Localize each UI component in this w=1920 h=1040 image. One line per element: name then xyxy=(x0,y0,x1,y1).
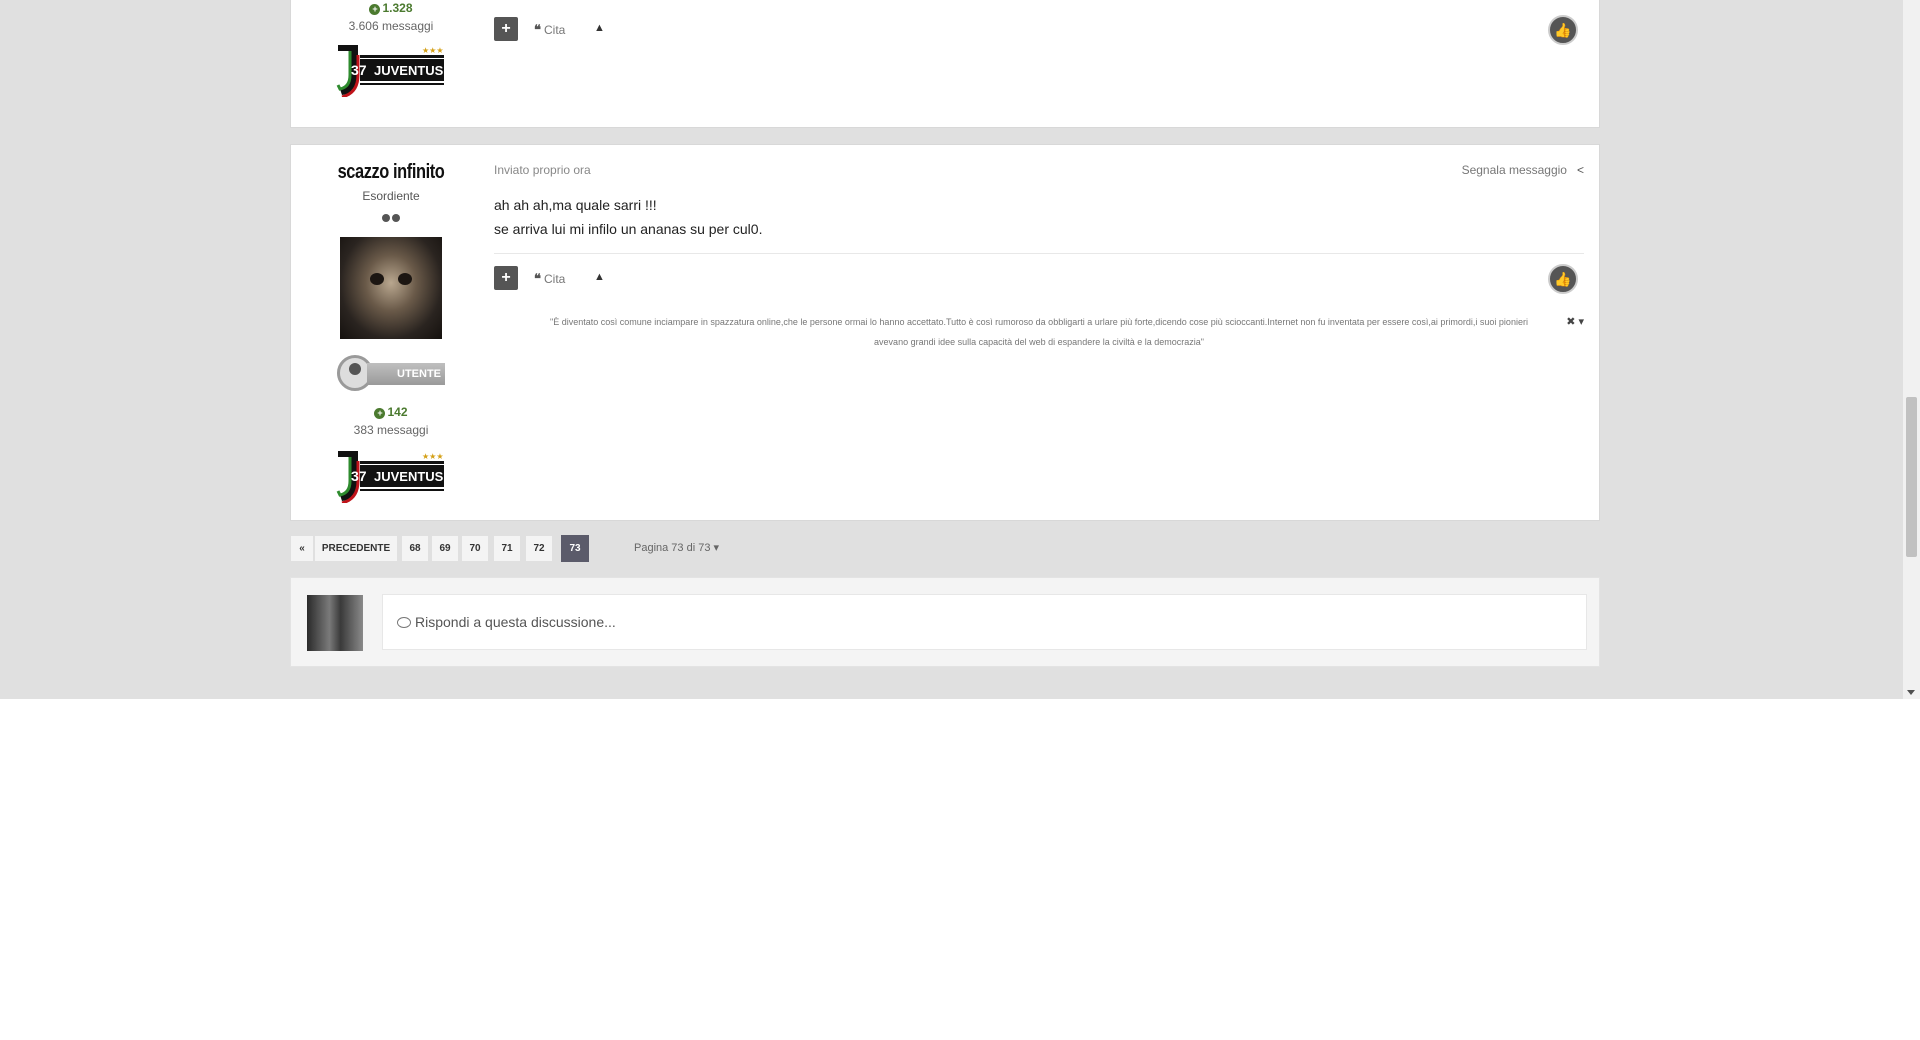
message-count[interactable]: 3.606 messaggi xyxy=(291,19,491,33)
signature-tools: ✖ ▾ xyxy=(1566,312,1584,332)
page-viewport: +1.328 3.606 messaggi 37 JUVENTUS ★★★ + … xyxy=(0,0,1920,699)
post-body: + ❝ Cita ▲ 👍 xyxy=(494,13,1584,45)
content-line: ah ah ah,ma quale sarri !!! xyxy=(494,197,657,213)
badge-stars: ★★★ xyxy=(422,46,444,55)
page-button[interactable]: 68 xyxy=(401,535,429,562)
multiquote-button[interactable]: + xyxy=(494,17,518,41)
page-button[interactable]: 69 xyxy=(431,535,459,562)
reply-area: Rispondi a questa discussione... xyxy=(290,577,1600,667)
scroll-down-arrow-icon[interactable] xyxy=(1907,690,1915,695)
signature-menu-icon[interactable]: ▾ xyxy=(1578,316,1584,328)
content-line: se arriva lui mi infilo un ananas su per… xyxy=(494,221,763,237)
multiquote-button[interactable]: + xyxy=(494,266,518,290)
current-user-avatar xyxy=(307,595,363,651)
scrollbar-thumb[interactable] xyxy=(1906,397,1917,557)
badge-team: JUVENTUS xyxy=(374,469,444,484)
quote-icon: ❝ xyxy=(534,23,541,38)
post-previous: +1.328 3.606 messaggi 37 JUVENTUS ★★★ + … xyxy=(290,0,1600,128)
rank-pips xyxy=(291,209,491,227)
reputation-plus-icon: + xyxy=(374,408,386,419)
group-label: UTENTE xyxy=(367,363,445,385)
go-to-top-button[interactable]: ▲ xyxy=(594,22,605,34)
thumbs-up-icon: 👍 xyxy=(1554,22,1572,38)
juventus-badge: 37 JUVENTUS ★★★ xyxy=(336,451,444,503)
chevron-down-icon: ▾ xyxy=(713,542,720,554)
quote-button[interactable]: ❝ Cita xyxy=(534,23,565,38)
like-button[interactable]: 👍 xyxy=(1548,15,1578,45)
go-to-top-button[interactable]: ▲ xyxy=(594,271,605,283)
page-button[interactable]: 72 xyxy=(525,535,553,562)
like-button[interactable]: 👍 xyxy=(1548,264,1578,294)
page-jump-dropdown[interactable]: Pagina 73 di 73 ▾ xyxy=(634,535,719,562)
scrollbar[interactable] xyxy=(1903,0,1920,699)
badge-stars: ★★★ xyxy=(422,452,444,461)
reputation-plus-icon: + xyxy=(369,4,381,15)
first-page-button[interactable]: « xyxy=(290,535,314,562)
juventus-badge: 37 JUVENTUS ★★★ xyxy=(336,45,444,97)
avatar[interactable] xyxy=(340,237,442,339)
hide-signature-icon[interactable]: ✖ xyxy=(1566,316,1575,328)
member-rank: Esordiente xyxy=(362,189,420,203)
message-count[interactable]: 383 messaggi xyxy=(291,423,491,437)
reputation: +1.328 xyxy=(291,1,491,15)
username[interactable]: scazzo infinito xyxy=(309,161,473,184)
divider xyxy=(494,253,1584,254)
quote-icon: ❝ xyxy=(534,272,541,287)
author-panel: +1.328 3.606 messaggi 37 JUVENTUS ★★★ xyxy=(291,1,491,97)
reply-input[interactable]: Rispondi a questa discussione... xyxy=(382,594,1587,650)
signature-line: "È diventato così comune inciampare in s… xyxy=(550,317,1528,327)
signature: "È diventato così comune inciampare in s… xyxy=(494,312,1584,352)
badge-team: JUVENTUS xyxy=(374,63,444,78)
comment-icon xyxy=(397,617,411,628)
badge-number: 37 xyxy=(351,62,367,78)
post-controls: + ❝ Cita ▲ 👍 xyxy=(494,262,1584,294)
post-body: Inviato proprio ora Segnala messaggio < a… xyxy=(494,163,1584,352)
badge-number: 37 xyxy=(351,468,367,484)
post-date[interactable]: Inviato proprio ora xyxy=(494,163,1584,177)
quote-button[interactable]: ❝ Cita xyxy=(534,272,565,287)
reputation: +142 xyxy=(291,405,491,419)
author-panel: scazzo infinito Esordiente UTENTE +142 3… xyxy=(291,161,491,503)
post-controls: + ❝ Cita ▲ 👍 xyxy=(494,13,1584,45)
group-badge: UTENTE xyxy=(337,355,445,391)
page-button[interactable]: 70 xyxy=(461,535,489,562)
post-content: ah ah ah,ma quale sarri !!! se arriva lu… xyxy=(494,193,1584,241)
signature-line: avevano grandi idee sulla capacità del w… xyxy=(874,337,1204,347)
post-current: scazzo infinito Esordiente UTENTE +142 3… xyxy=(290,144,1600,521)
current-page-button[interactable]: 73 xyxy=(561,535,589,562)
report-post-link[interactable]: Segnala messaggio < xyxy=(1462,163,1584,177)
thumbs-up-icon: 👍 xyxy=(1554,271,1572,287)
share-icon[interactable]: < xyxy=(1577,163,1584,177)
previous-page-button[interactable]: PRECEDENTE xyxy=(314,535,398,562)
page-button[interactable]: 71 xyxy=(493,535,521,562)
